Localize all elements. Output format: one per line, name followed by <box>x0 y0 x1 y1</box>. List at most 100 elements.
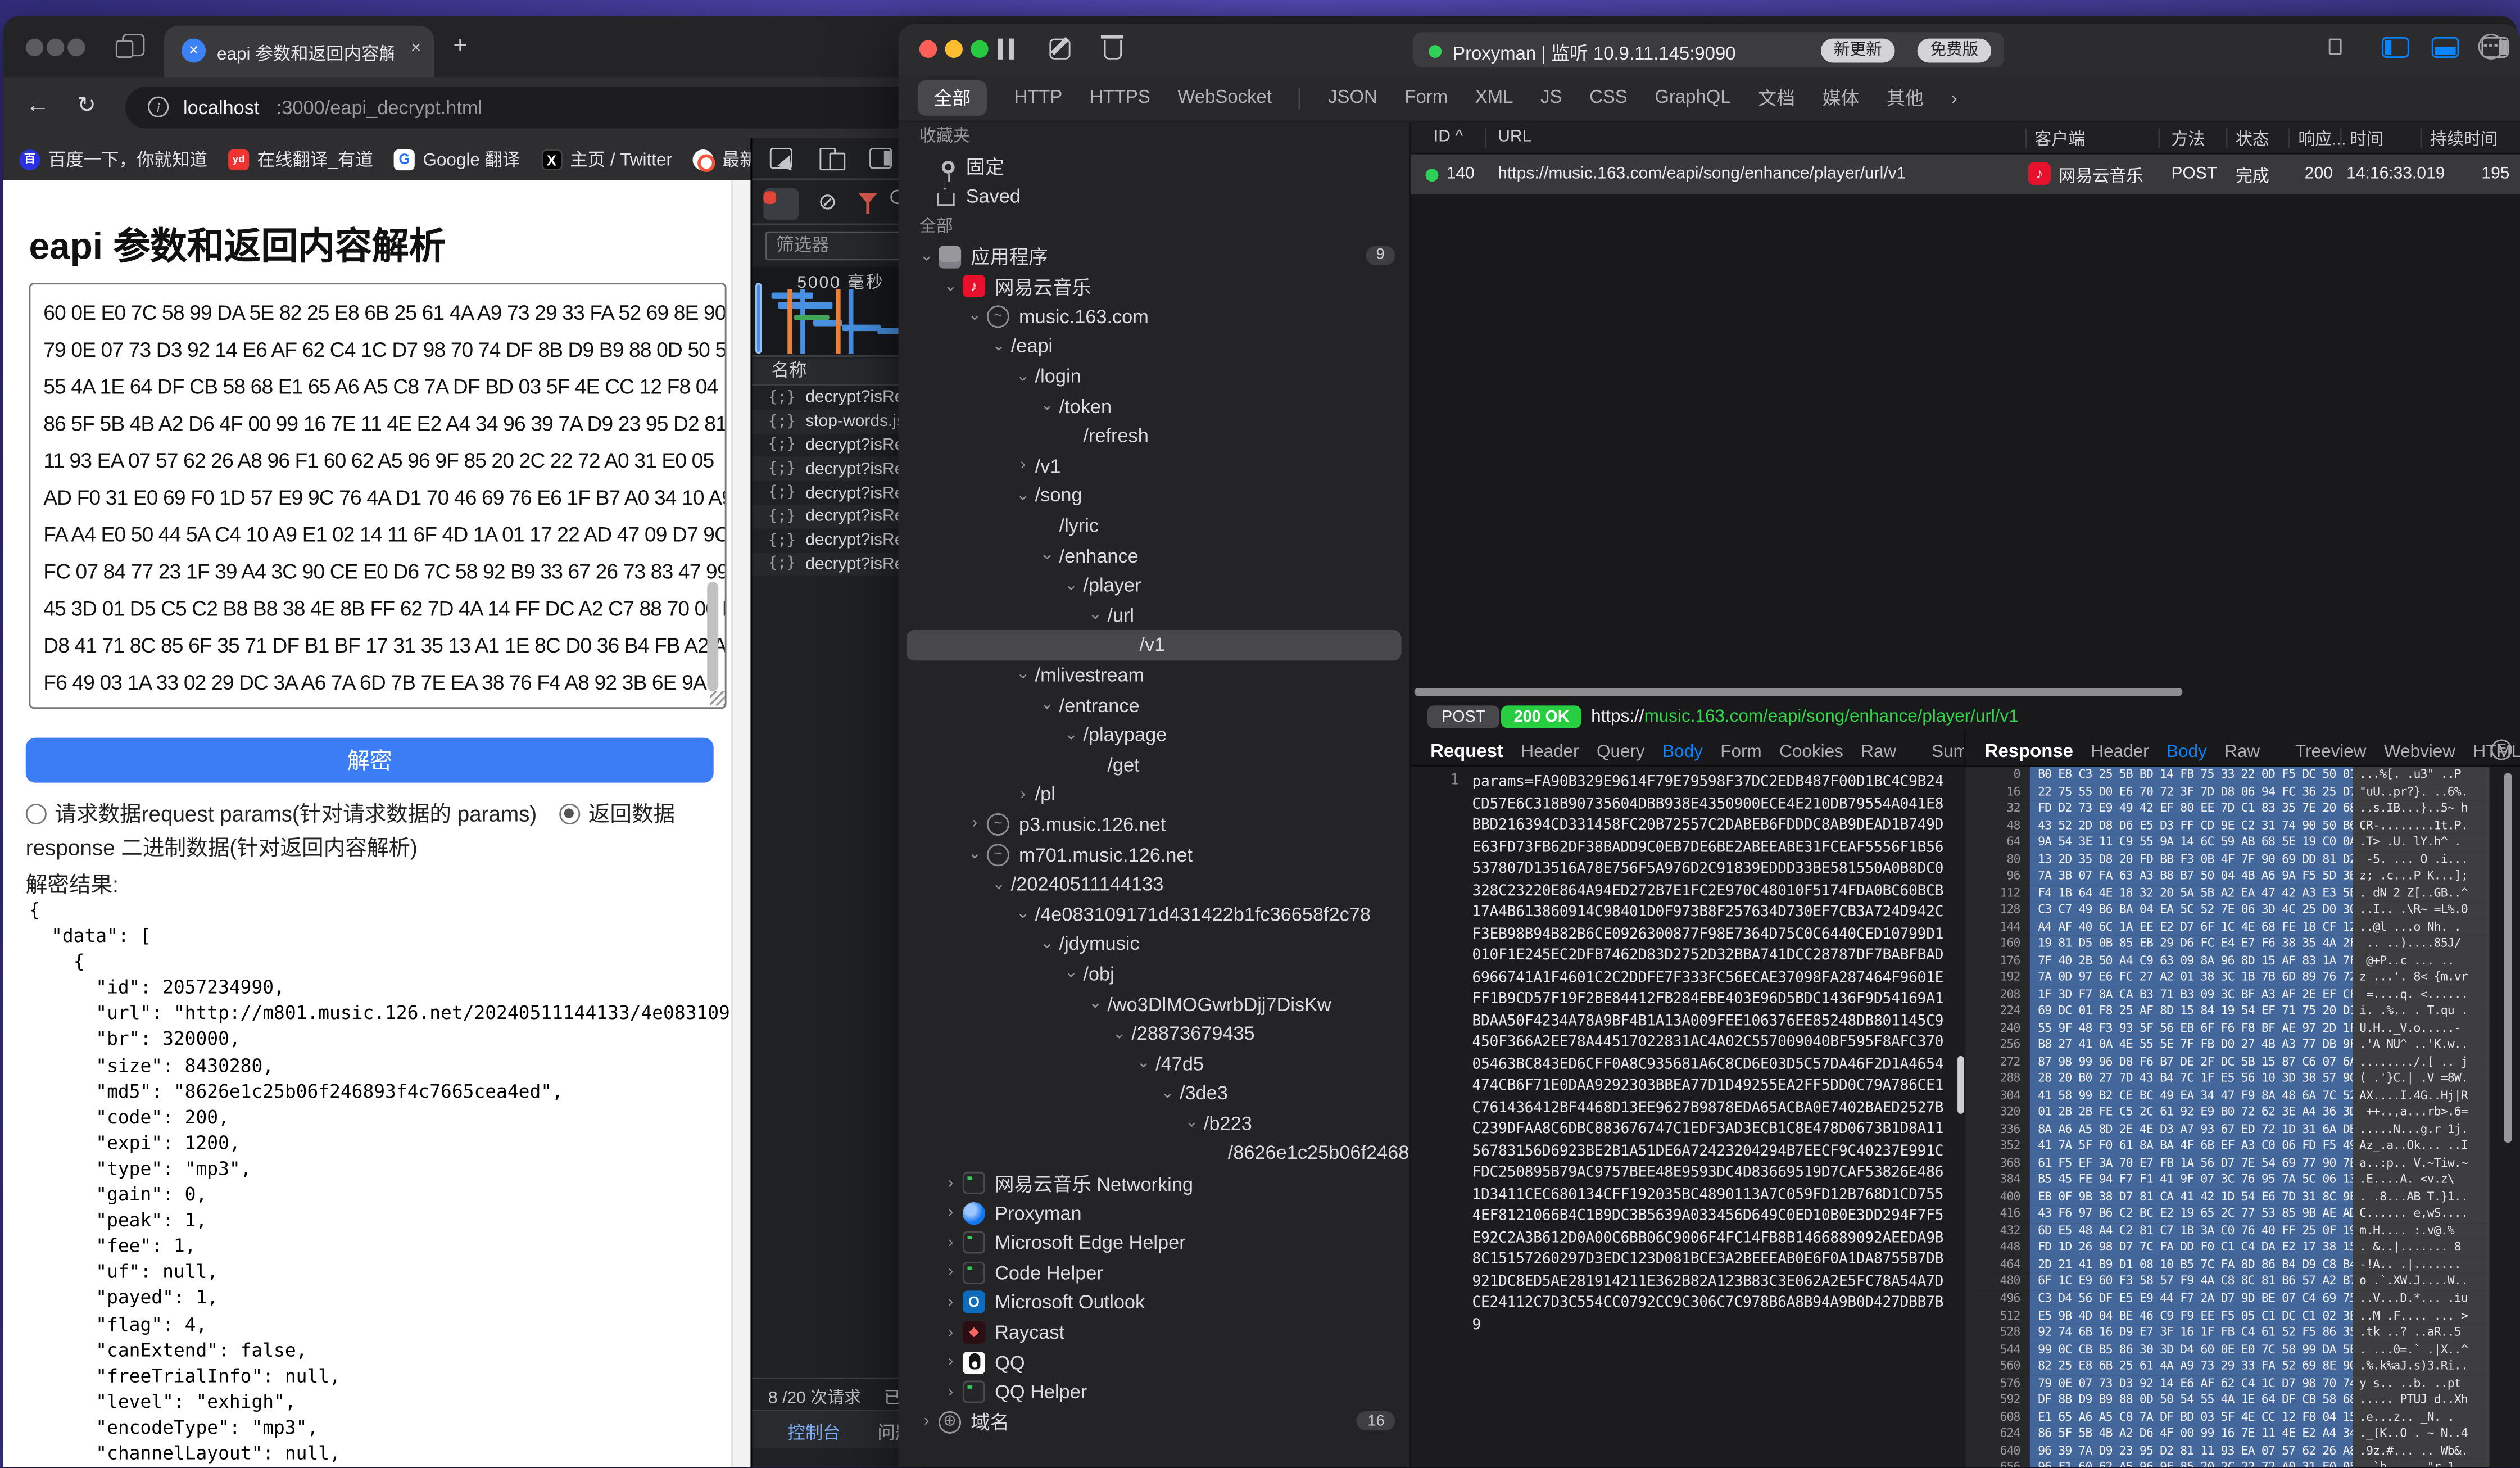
hex-row[interactable]: 64096 39 7A D9 23 95 D2 81 11 93 EA 07 5… <box>1965 1443 2520 1460</box>
pause-capture-icon[interactable] <box>998 39 1014 60</box>
request-tab-Form[interactable]: Form <box>1720 742 1761 761</box>
tree-row[interactable]: ⌄/enhance <box>899 541 1409 570</box>
request-tab-Body[interactable]: Body <box>1662 742 1703 761</box>
horizontal-scrollbar[interactable] <box>1415 688 2183 696</box>
free-version-badge[interactable]: 免费版 <box>1918 38 1992 62</box>
hex-row[interactable]: 400EB 0F 9B 38 D7 81 CA 41 42 1D 54 E6 7… <box>1965 1189 2520 1206</box>
hex-row[interactable]: 1622 75 55 D0 E6 70 72 3F 7D D8 06 94 FC… <box>1965 783 2520 800</box>
request-tab-Cookies[interactable]: Cookies <box>1779 742 1843 761</box>
hex-row[interactable]: 22469 DC 01 F8 25 AF 8D 15 84 19 54 EF 7… <box>1965 1003 2520 1020</box>
response-hex-pane[interactable]: 0B0 E8 C3 25 5B BD 14 FB 75 33 22 0D F5 … <box>1965 767 2520 1467</box>
textarea-resize-grip[interactable] <box>710 691 725 706</box>
tree-row[interactable]: ⌄/eapi <box>899 332 1409 361</box>
tree-row[interactable]: ⌄/28873679435 <box>899 1019 1409 1049</box>
column-header-时间[interactable]: 时间 <box>2350 127 2383 151</box>
hex-row[interactable]: 62486 5F 5B 4B A2 D6 4F 00 99 16 7E 11 4… <box>1965 1426 2520 1443</box>
filter-tab-其他[interactable]: 其他 <box>1887 85 1924 111</box>
hex-row[interactable]: 1767F 40 2B 50 A4 C9 63 09 8A 96 8D 15 A… <box>1965 953 2520 969</box>
request-tab-Header[interactable]: Header <box>1521 742 1579 761</box>
chevron-down-icon[interactable]: ⌄ <box>1059 965 1084 982</box>
response-tab-Webview[interactable]: Webview <box>2384 742 2455 761</box>
hex-row[interactable]: 384B5 45 FE 94 F7 F1 41 9F 07 3C 76 95 7… <box>1965 1172 2520 1189</box>
tree-row[interactable]: ⌄♪网易云音乐 <box>899 271 1409 301</box>
dock-side-icon[interactable] <box>869 148 892 169</box>
request-table-row[interactable]: 140 https://music.163.com/eapi/song/enha… <box>1411 155 2520 194</box>
column-header-客户端[interactable]: 客户端 <box>2034 127 2085 151</box>
device-toolbar-icon[interactable] <box>819 148 842 169</box>
filter-tab-JSON[interactable]: JSON <box>1328 88 1377 107</box>
column-header-持续时间[interactable]: 持续时间 <box>2430 127 2498 151</box>
column-header-URL[interactable]: URL <box>1498 127 1531 146</box>
devices-icon[interactable] <box>2327 37 2355 58</box>
tree-row[interactable]: ›网易云音乐 Networking <box>899 1168 1409 1198</box>
response-tab-Body[interactable]: Body <box>2167 742 2207 761</box>
chevron-down-icon[interactable]: ⌄ <box>1107 1025 1131 1042</box>
update-badge[interactable]: 新更新 <box>1821 38 1895 62</box>
hex-row[interactable]: 36861 F5 EF 3A 70 E7 FB 1A 56 D7 7E 54 6… <box>1965 1156 2520 1172</box>
tree-row[interactable]: ›⊕域名16 <box>899 1407 1409 1437</box>
column-header-方法[interactable]: 方法 <box>2171 127 2205 151</box>
tree-row[interactable]: /v1 <box>907 630 1402 660</box>
column-header-响应...[interactable]: 响应... <box>2298 127 2346 151</box>
tree-row[interactable]: ⌄/20240511144133 <box>899 869 1409 899</box>
hex-row[interactable]: 8013 2D 35 D8 20 FD BB F3 0B 4F 7F 90 69… <box>1965 851 2520 868</box>
tree-row[interactable]: ⌄/song <box>899 481 1409 510</box>
tree-row[interactable]: ⌄/player <box>899 570 1409 600</box>
response-tab-Treeview[interactable]: Treeview <box>2295 742 2366 761</box>
bookmark-item[interactable]: 最新微博-首页-微博 <box>693 146 750 172</box>
response-binary-radio[interactable] <box>559 804 580 824</box>
request-body-pane[interactable]: 1 params=FA90B329E9614F79E79598F37DC2EDB… <box>1411 767 1966 1467</box>
back-icon[interactable]: ← <box>26 92 50 119</box>
chevron-right-icon[interactable]: › <box>939 1353 963 1371</box>
hex-row[interactable]: 448FD 1D 26 98 D7 7C FA DD F0 C1 C4 DA E… <box>1965 1240 2520 1257</box>
chevron-down-icon[interactable]: ⌄ <box>963 307 987 325</box>
chevron-down-icon[interactable]: ⌄ <box>963 845 987 863</box>
inspect-element-icon[interactable] <box>770 148 792 169</box>
chevron-down-icon[interactable]: ⌄ <box>1035 397 1059 415</box>
window-zoom-button[interactable] <box>67 38 85 55</box>
tree-row[interactable]: /get <box>899 750 1409 780</box>
tree-row[interactable]: ⌄/entrance <box>899 690 1409 720</box>
tree-row[interactable]: ⌄/login <box>899 361 1409 391</box>
bookmark-item[interactable]: X主页 / Twitter <box>541 146 672 172</box>
bookmark-item[interactable]: 百百度一下，你就知道 <box>19 146 207 172</box>
tree-row[interactable]: ⌄~m701.music.126.net <box>899 839 1409 869</box>
sidebar-item-pinned[interactable]: 固定 <box>899 152 1409 182</box>
response-menu-icon[interactable]: ☰ <box>2491 739 2512 760</box>
hex-row[interactable]: 4642D 21 41 B9 D1 08 10 B5 7C FA 8D 86 B… <box>1965 1257 2520 1274</box>
tree-row[interactable]: ›~p3.music.126.net <box>899 809 1409 839</box>
filter-tab-WebSocket[interactable]: WebSocket <box>1177 88 1272 107</box>
tree-row[interactable]: ›◆Raycast <box>899 1317 1409 1347</box>
hex-row[interactable]: 2081F 3D F7 8A CA B3 71 B3 09 3C BF A3 A… <box>1965 986 2520 1003</box>
chevron-right-icon[interactable]: › <box>939 1204 963 1221</box>
tree-row[interactable]: ›OMicrosoft Outlook <box>899 1288 1409 1317</box>
hex-row[interactable]: 28828 20 B0 27 7D 43 B4 7C 1F E5 56 10 3… <box>1965 1071 2520 1088</box>
filter-tab-HTTP[interactable]: HTTP <box>1014 88 1062 107</box>
more-filters-icon[interactable]: ••• <box>2478 34 2504 60</box>
request-tab-Query[interactable]: Query <box>1597 742 1645 761</box>
hex-row[interactable]: 3368A A6 A5 8D 2E 4E D3 A7 93 67 ED 72 1… <box>1965 1122 2520 1139</box>
hex-row[interactable]: 41643 F6 97 B6 C2 BC E2 19 65 2C 77 53 8… <box>1965 1206 2520 1223</box>
clear-session-icon[interactable] <box>1104 40 1122 59</box>
hex-row[interactable]: 56082 25 E8 6B 25 61 4A A9 73 29 33 FA 5… <box>1965 1358 2520 1375</box>
timeline-handle[interactable] <box>755 283 762 354</box>
chevron-right-icon[interactable]: › <box>914 1413 939 1431</box>
chevron-right-icon[interactable]: › <box>963 815 987 833</box>
toggle-bottom-panel-icon[interactable] <box>2432 37 2459 58</box>
chevron-down-icon[interactable]: ⌄ <box>1083 995 1107 1012</box>
request-params-radio[interactable] <box>26 804 47 824</box>
hex-row[interactable]: 32001 2B 2B FE C5 2C 61 92 E9 B0 72 62 3… <box>1965 1105 2520 1122</box>
filter-tab-文档[interactable]: 文档 <box>1758 85 1795 111</box>
tab-group-icon[interactable] <box>122 34 144 56</box>
chevron-right-icon[interactable]: › <box>1011 786 1035 803</box>
textarea-scrollbar[interactable] <box>707 582 718 691</box>
request-tab-Raw[interactable]: Raw <box>1861 742 1896 761</box>
tree-row[interactable]: ›QQ <box>899 1347 1409 1377</box>
chevron-right-icon[interactable]: › <box>939 1294 963 1311</box>
hex-row[interactable]: 256B8 27 41 0A 4E 55 5E 7F FB D0 27 4B A… <box>1965 1037 2520 1054</box>
window-minimize-button[interactable] <box>47 38 64 55</box>
window-minimize-button[interactable] <box>945 40 963 57</box>
filter-tab-Form[interactable]: Form <box>1404 88 1448 107</box>
hex-row[interactable]: 57679 0E 07 73 D3 92 14 E6 AF 62 C4 1C D… <box>1965 1375 2520 1392</box>
filter-tab-CSS[interactable]: CSS <box>1589 88 1628 107</box>
